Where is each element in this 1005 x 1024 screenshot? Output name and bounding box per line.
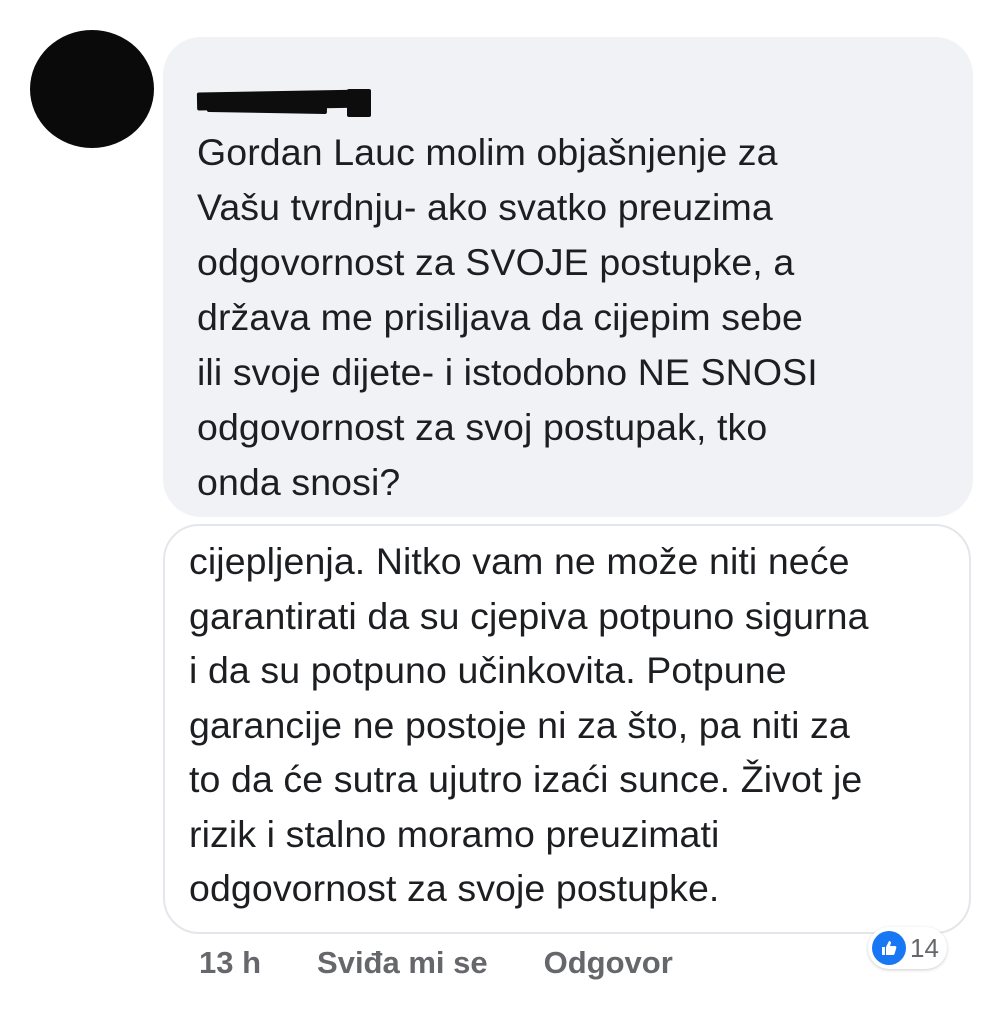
like-button[interactable]: Sviđa mi se [317,945,488,981]
reply-text: cijepljenja. Nitko vam ne može niti neće… [189,540,869,909]
thumbs-up-icon [872,931,906,965]
avatar[interactable] [30,30,154,148]
reply-button[interactable]: Odgovor [544,945,673,981]
comment-actions: 13 h Sviđa mi se Odgovor [199,945,673,981]
reaction-summary[interactable]: 14 [868,927,947,969]
timestamp[interactable]: 13 h [199,945,261,981]
redacted-author-name [196,89,371,117]
reply-bubble: cijepljenja. Nitko vam ne može niti neće… [163,524,971,934]
comment-text: Gordan Lauc molim objašnjenje za Vašu tv… [197,131,818,503]
reaction-count: 14 [910,932,939,963]
comment-bubble: Gordan Lauc molim objašnjenje za Vašu tv… [163,37,973,517]
